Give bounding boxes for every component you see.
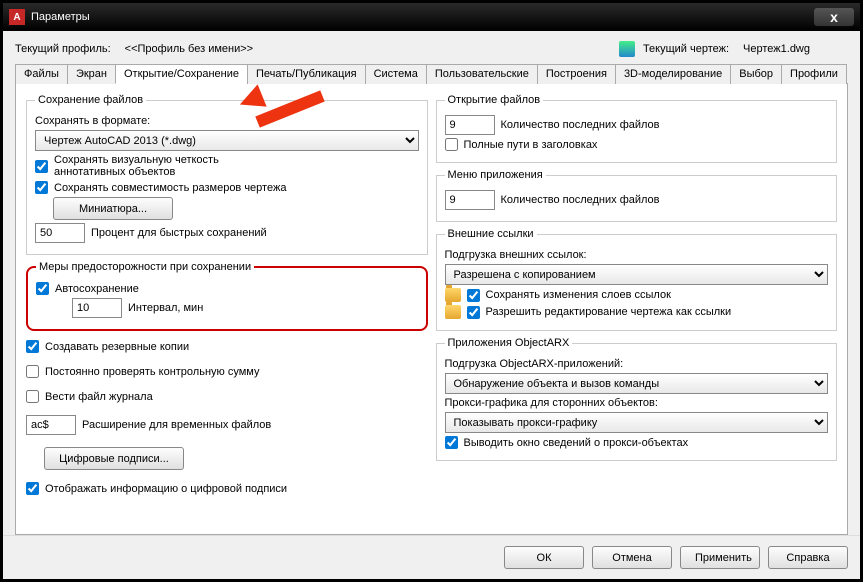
recent-files-input[interactable] xyxy=(445,115,495,135)
incremental-percent-input[interactable] xyxy=(35,223,85,243)
autosave-label: Автосохранение xyxy=(55,283,139,295)
group-app-menu: Меню приложения Количество последних фай… xyxy=(436,169,838,222)
backup-checkbox[interactable] xyxy=(26,340,39,353)
logfile-checkbox[interactable] xyxy=(26,390,39,403)
group-xrefs-legend: Внешние ссылки xyxy=(445,228,537,240)
current-profile-value: <<Профиль без имени>> xyxy=(125,43,253,55)
proxy-dialog-label: Выводить окно сведений о прокси-объектах xyxy=(464,437,689,449)
group-app-menu-legend: Меню приложения xyxy=(445,169,546,181)
logfile-label: Вести файл журнала xyxy=(45,391,153,403)
folder-icon xyxy=(445,305,461,319)
proxy-graphics-label: Прокси-графика для сторонних объектов: xyxy=(445,397,658,409)
save-format-label: Сохранять в формате: xyxy=(35,115,150,127)
tab-system[interactable]: Система xyxy=(365,64,427,84)
crc-label: Постоянно проверять контрольную сумму xyxy=(45,366,259,378)
group-open-files-legend: Открытие файлов xyxy=(445,94,544,106)
profile-row: Текущий профиль: <<Профиль без имени>> Т… xyxy=(15,37,848,63)
recent-files-label: Количество последних файлов xyxy=(501,119,660,131)
xref-retain-layers-checkbox[interactable] xyxy=(467,289,480,302)
arx-load-label: Подгрузка ObjectARX-приложений: xyxy=(445,358,624,370)
xref-load-select[interactable]: Разрешена с копированием xyxy=(445,264,829,285)
xref-allow-edit-checkbox[interactable] xyxy=(467,306,480,319)
apply-button[interactable]: Применить xyxy=(680,546,760,569)
window-title: Параметры xyxy=(31,11,814,23)
temp-ext-label: Расширение для временных файлов xyxy=(82,419,271,431)
group-open-files: Открытие файлов Количество последних фай… xyxy=(436,94,838,163)
temp-ext-input[interactable] xyxy=(26,415,76,435)
group-arx: Приложения ObjectARX Подгрузка ObjectARX… xyxy=(436,337,838,461)
save-format-select[interactable]: Чертеж AutoCAD 2013 (*.dwg) xyxy=(35,130,419,151)
group-arx-legend: Приложения ObjectARX xyxy=(445,337,573,349)
incremental-percent-label: Процент для быстрых сохранений xyxy=(91,227,267,239)
fullpath-label: Полные пути в заголовках xyxy=(464,139,598,151)
group-save-files-legend: Сохранение файлов xyxy=(35,94,146,106)
tab-open-save[interactable]: Открытие/Сохранение xyxy=(115,64,248,84)
current-drawing-label: Текущий чертеж: xyxy=(643,43,729,55)
close-button[interactable]: x xyxy=(814,8,854,26)
tabs: Файлы Экран Открытие/Сохранение Печать/П… xyxy=(15,63,848,84)
tab-drafting[interactable]: Построения xyxy=(537,64,616,84)
autosave-checkbox[interactable] xyxy=(36,282,49,295)
group-safety-legend: Меры предосторожности при сохранении xyxy=(36,261,254,273)
dialog-footer: ОК Отмена Применить Справка xyxy=(3,535,860,579)
xref-allow-edit-label: Разрешить редактирование чертежа как ссы… xyxy=(486,306,732,318)
appmenu-recent-input[interactable] xyxy=(445,190,495,210)
titlebar: A Параметры x xyxy=(3,3,860,31)
current-drawing-value: Чертеж1.dwg xyxy=(743,43,810,55)
tab-3d[interactable]: 3D-моделирование xyxy=(615,64,731,84)
crc-checkbox[interactable] xyxy=(26,365,39,378)
tab-selection[interactable]: Выбор xyxy=(730,64,782,84)
tab-profiles[interactable]: Профили xyxy=(781,64,847,84)
visual-fidelity-label: Сохранять визуальную четкость аннотативн… xyxy=(54,154,274,178)
appmenu-recent-label: Количество последних файлов xyxy=(501,194,660,206)
app-icon: A xyxy=(9,9,25,25)
group-save-files: Сохранение файлов Сохранять в формате: Ч… xyxy=(26,94,428,255)
tab-plot[interactable]: Печать/Публикация xyxy=(247,64,366,84)
proxy-graphics-select[interactable]: Показывать прокси-графику xyxy=(445,412,829,433)
help-button[interactable]: Справка xyxy=(768,546,848,569)
size-compat-checkbox[interactable] xyxy=(35,181,48,194)
xref-load-label: Подгрузка внешних ссылок: xyxy=(445,249,587,261)
folder-icon xyxy=(445,288,461,302)
tab-files[interactable]: Файлы xyxy=(15,64,68,84)
size-compat-label: Сохранять совместимость размеров чертежа xyxy=(54,182,286,194)
signatures-button[interactable]: Цифровые подписи... xyxy=(44,447,184,470)
xref-retain-layers-label: Сохранять изменения слоев ссылок xyxy=(486,289,671,301)
thumbnail-button[interactable]: Миниатюра... xyxy=(53,197,173,220)
group-safety: Меры предосторожности при сохранении Авт… xyxy=(26,261,428,331)
autosave-interval-input[interactable] xyxy=(72,298,122,318)
group-xrefs: Внешние ссылки Подгрузка внешних ссылок:… xyxy=(436,228,838,331)
autosave-interval-label: Интервал, мин xyxy=(128,302,203,314)
fullpath-checkbox[interactable] xyxy=(445,138,458,151)
current-profile-label: Текущий профиль: xyxy=(15,43,111,55)
show-signature-label: Отображать информацию о цифровой подписи xyxy=(45,483,287,495)
ok-button[interactable]: ОК xyxy=(504,546,584,569)
tab-screen[interactable]: Экран xyxy=(67,64,116,84)
arx-load-select[interactable]: Обнаружение объекта и вызов команды xyxy=(445,373,829,394)
visual-fidelity-checkbox[interactable] xyxy=(35,160,48,173)
proxy-dialog-checkbox[interactable] xyxy=(445,436,458,449)
show-signature-checkbox[interactable] xyxy=(26,482,39,495)
cancel-button[interactable]: Отмена xyxy=(592,546,672,569)
tab-user[interactable]: Пользовательские xyxy=(426,64,538,84)
backup-label: Создавать резервные копии xyxy=(45,341,189,353)
drawing-icon xyxy=(619,41,635,57)
